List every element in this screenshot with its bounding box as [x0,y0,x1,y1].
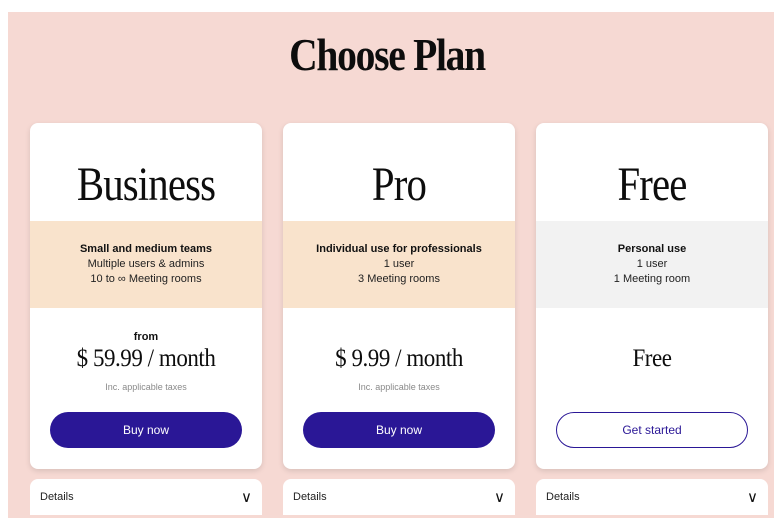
details-toggle-free[interactable]: Details ∨ [536,479,768,515]
plan-name: Free [617,158,687,211]
details-label: Details [546,491,580,503]
plan-features: Personal use 1 user 1 Meeting room [536,221,768,308]
plan-name: Pro [371,158,427,211]
tax-note: Inc. applicable taxes [358,382,440,392]
plan-card-pro: Pro Individual use for professionals 1 u… [283,123,515,469]
plan-features: Individual use for professionals 1 user … [283,221,515,308]
plan-price: Free [632,345,672,372]
plan-users: 1 user [383,258,415,270]
plan-audience: Small and medium teams [79,243,213,255]
plan-rooms: 1 Meeting room [613,273,691,285]
price-prefix: from [133,331,159,343]
buy-now-button[interactable]: Buy now [50,412,242,448]
details-toggle-business[interactable]: Details ∨ [30,479,262,515]
plan-features: Small and medium teams Multiple users & … [30,221,262,308]
buy-now-button[interactable]: Buy now [303,412,495,448]
details-label: Details [293,491,327,503]
plan-rooms: 10 to ∞ Meeting rooms [90,273,202,285]
tax-note: Inc. applicable taxes [105,382,187,392]
plan-card-free: Free Personal use 1 user 1 Meeting room … [536,123,768,469]
chevron-down-icon: ∨ [241,488,252,506]
chevron-down-icon: ∨ [747,488,758,506]
plan-price: $ 59.99 / month [76,345,216,372]
page-title: Choose Plan [289,29,486,80]
plan-audience: Individual use for professionals [316,243,482,255]
details-toggle-pro[interactable]: Details ∨ [283,479,515,515]
chevron-down-icon: ∨ [494,488,505,506]
plan-card-business: Business Small and medium teams Multiple… [30,123,262,469]
plan-price: $ 9.99 / month [335,345,463,372]
plan-audience: Personal use [617,243,687,255]
plan-rooms: 3 Meeting rooms [358,273,440,285]
plan-users: Multiple users & admins [87,258,205,270]
plan-name: Business [76,158,216,211]
get-started-button[interactable]: Get started [556,412,748,448]
plan-users: 1 user [636,258,668,270]
details-label: Details [40,491,74,503]
